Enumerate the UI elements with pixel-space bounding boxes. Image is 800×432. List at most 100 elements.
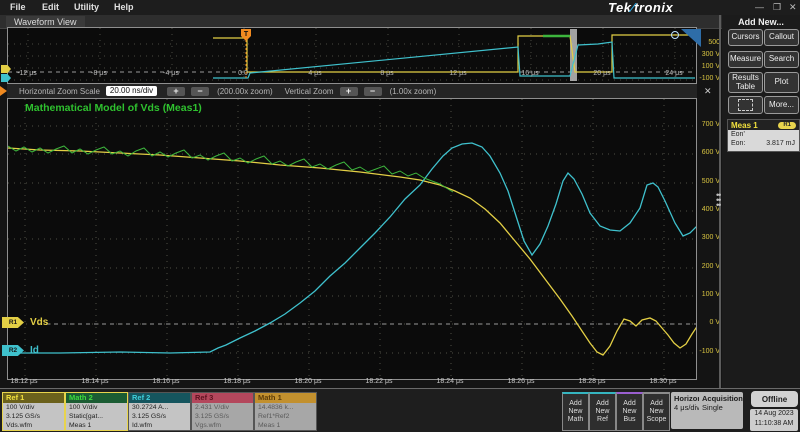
overview-svg[interactable]: T [8,28,696,82]
trigger-position-icon [0,86,7,96]
badge-math2-details: 100 V/divStatic[gat...Meas 1 [66,403,127,430]
h-zoom-minus-button[interactable]: − [191,87,209,96]
badge-ref1-details: 100 V/div3.125 GS/sVds.wfm [3,403,64,430]
y-tick-label: -100 V [694,75,720,82]
title-bar: File Edit Utility Help Tek∕tronix — ❒ ✕ [0,0,800,15]
v-zoom-minus-button[interactable]: − [364,87,382,96]
date-label: 14 Aug 2023 [754,410,793,417]
badge-math1-title: Math 1 [255,393,316,403]
meas1-source-tag: R1 [778,122,796,129]
add-new-bus-button[interactable]: Add New Bus [616,392,643,431]
overview-zoom-indicator-icon[interactable] [681,29,701,47]
cursors-button[interactable]: Cursors [728,29,763,46]
y-tick-label: 300 V [694,234,720,241]
badge-ref2-title: Ref 2 [129,393,190,403]
id-trace-label: Id [30,345,39,356]
badge-ref3[interactable]: Ref 3 2.431 V/div3.125 GS/sVgs.wfm [191,392,254,431]
y-tick-label: 200 V [694,263,720,270]
x-tick-label: 18.28 μs [574,378,610,385]
main-x-axis: 18.12 μs18.14 μs18.16 μs18.18 μs18.20 μs… [7,378,695,388]
y-tick-label: 300 V [694,51,720,58]
x-tick-label: 18.24 μs [432,378,468,385]
offline-status-button[interactable]: Offline [751,391,798,407]
splitter-handle-icon[interactable]: •••••• [716,193,724,215]
more-button[interactable]: More... [764,96,799,114]
oscilloscope-app: File Edit Utility Help Tek∕tronix — ❒ ✕ … [0,0,800,432]
x-tick-label: 18.12 μs [6,378,42,385]
measure-button[interactable]: Measure [728,51,763,68]
y-tick-label: 0 V [694,319,720,326]
tektronix-logo: Tek∕tronix [608,0,673,15]
badge-math2-title: Math 2 [66,393,127,403]
meas1-header[interactable]: Meas 1 R1 [728,120,799,130]
acquisition-mode-value: Single [699,403,743,412]
acquisition-settings-panel[interactable]: Acquisition Single [699,392,743,429]
minimize-icon[interactable]: — [755,2,764,12]
zoom-controls-bar: Horizontal Zoom Scale 20.00 ns/div + − (… [7,84,697,98]
y-tick-label: 500 V [694,178,720,185]
svg-text:T: T [244,31,249,38]
badge-ref3-details: 2.431 V/div3.125 GS/sVgs.wfm [192,403,253,430]
y-tick-label: 100 V [694,63,720,70]
draw-a-box-icon [738,99,753,111]
y-tick-label: -100 V [694,348,720,355]
menu-utility[interactable]: Utility [74,2,99,12]
sidebar [722,15,800,388]
overview-zoom-lens-icon [671,31,679,39]
x-tick-label: 18.16 μs [148,378,184,385]
add-new-math-button[interactable]: Add New Math [562,392,589,431]
meas1-title: Meas 1 [731,121,778,130]
y-tick-label: 700 V [694,121,720,128]
close-icon[interactable]: ✕ [789,2,797,13]
x-tick-label: 18.30 μs [645,378,681,385]
zoom-close-icon[interactable]: ✕ [704,86,712,97]
main-plot-svg[interactable] [8,99,696,378]
acquisition-title: Acquisition [699,392,743,403]
badge-ref2[interactable]: Ref 2 30.2724 A...3.125 GS/sId.wfm [128,392,191,431]
badge-ref2-details: 30.2724 A...3.125 GS/sId.wfm [129,403,190,430]
time-label: 11:10:38 AM [755,420,794,427]
v-zoom-plus-button[interactable]: + [340,87,358,96]
badge-ref3-title: Ref 3 [192,393,253,403]
badge-ref1-title: Ref 1 [3,393,64,403]
x-tick-label: 18.22 μs [361,378,397,385]
v-zoom-factor-label: (1.00x zoom) [390,87,437,96]
results-table-button[interactable]: Results Table [728,72,763,93]
meas1-results-panel[interactable]: Meas 1 R1 Eon' Eon: 3.817 mJ [727,119,800,152]
callout-button[interactable]: Callout [764,29,799,46]
h-zoom-plus-button[interactable]: + [167,87,185,96]
datetime-display: 14 Aug 2023 11:10:38 AM [750,409,798,431]
badge-ref1[interactable]: Ref 1 100 V/div3.125 GS/sVds.wfm [2,392,65,431]
x-tick-label: 18.18 μs [219,378,255,385]
draw-a-box-button[interactable] [728,96,763,114]
menu-file[interactable]: File [10,2,26,12]
vertical-zoom-label: Vertical Zoom [285,87,334,96]
h-zoom-factor-label: (200.00x zoom) [217,87,273,96]
math-model-trace [8,146,453,192]
menu-help[interactable]: Help [114,2,134,12]
y-tick-label: 100 V [694,291,720,298]
badge-math1-details: 14.4836 k...Ref1*Ref2Meas 1 [255,403,316,430]
add-new-ref-button[interactable]: Add New Ref [589,392,616,431]
meas1-body: Eon' Eon: 3.817 mJ [728,130,799,151]
add-new-scope-button[interactable]: Add New Scope [643,392,670,431]
horizontal-zoom-scale-input[interactable]: 20.00 ns/div [106,86,157,96]
restore-icon[interactable]: ❒ [773,2,781,13]
plot-title: Mathematical Model of Vds (Meas1) [25,102,202,114]
plot-button[interactable]: Plot [764,72,799,93]
horizontal-zoom-scale-label: Horizontal Zoom Scale [19,87,100,96]
main-y-axis: 700 V600 V500 V400 V300 V200 V100 V0 V-1… [694,98,721,378]
main-waveform-plot[interactable] [7,98,697,380]
bottom-control-bar: Ref 1 100 V/div3.125 GS/sVds.wfm Math 2 … [0,388,800,432]
x-tick-label: 18.20 μs [290,378,326,385]
meas1-value-label: Eon: [731,140,745,147]
add-new-header: Add New... [722,17,800,27]
badge-math2[interactable]: Math 2 100 V/divStatic[gat...Meas 1 [65,392,128,431]
badge-math1[interactable]: Math 1 14.4836 k...Ref1*Ref2Meas 1 [254,392,317,431]
overview-waveform-strip[interactable]: T [7,27,697,84]
menu-edit[interactable]: Edit [42,2,59,12]
vds-trace-label: Vds [30,317,48,328]
meas1-name: Eon' [731,131,745,138]
y-tick-label: 600 V [694,149,720,156]
search-button[interactable]: Search [764,51,799,68]
